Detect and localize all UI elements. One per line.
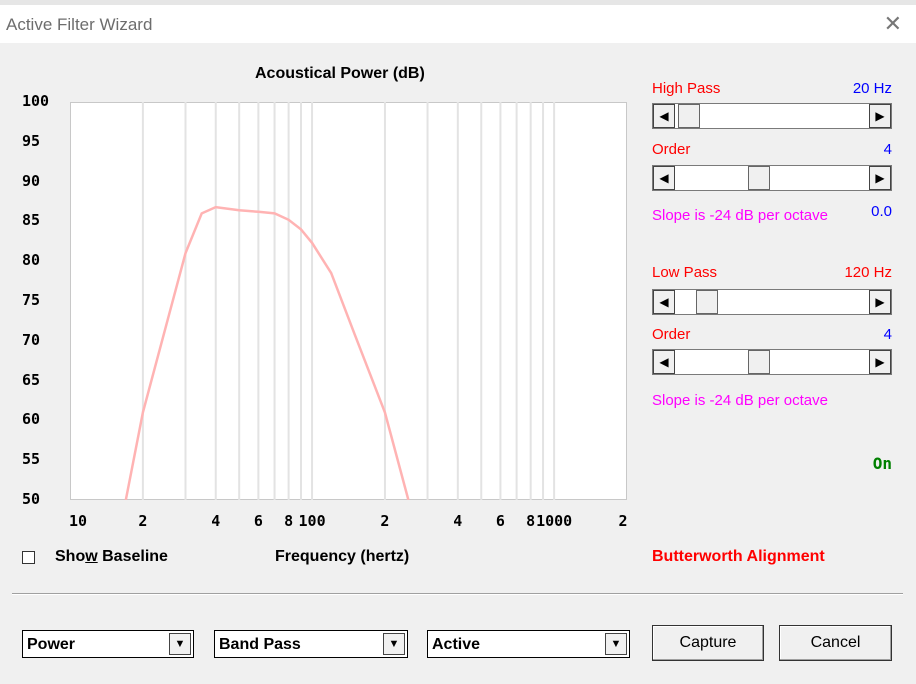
mode-select[interactable]: Power ▼ (22, 630, 194, 658)
status-on: On (872, 454, 892, 473)
divider (12, 593, 903, 595)
capture-button[interactable]: Capture (652, 625, 764, 661)
y-tick-label: 55 (22, 450, 41, 469)
low-pass-value: 120 Hz (844, 264, 892, 281)
slider-thumb[interactable] (748, 166, 771, 190)
arrow-right-icon[interactable]: ▶ (869, 350, 891, 374)
x-tick-label: 6 (495, 512, 505, 530)
filter-type-value: Band Pass (219, 636, 301, 653)
x-tick-label: 100 (298, 512, 326, 530)
filter-type-select[interactable]: Band Pass ▼ (214, 630, 408, 658)
filter-kind-value: Active (432, 636, 481, 653)
slider-thumb[interactable] (678, 104, 701, 128)
low-pass-slider[interactable]: ◀ ▶ (652, 289, 892, 315)
x-axis-label: Frequency (hertz) (275, 548, 410, 565)
x-tick-label: 8 (526, 512, 536, 530)
y-tick-label: 50 (22, 490, 41, 508)
y-tick-label: 90 (22, 171, 41, 190)
dropdown-arrow-icon[interactable]: ▼ (605, 633, 627, 655)
dropdown-arrow-icon[interactable]: ▼ (383, 633, 405, 655)
dropdown-arrow-icon[interactable]: ▼ (169, 633, 191, 655)
arrow-right-icon[interactable]: ▶ (869, 104, 891, 128)
arrow-left-icon[interactable]: ◀ (653, 350, 675, 374)
y-tick-label: 95 (22, 131, 41, 150)
x-tick-label: 8 (284, 512, 294, 530)
low-order-slider[interactable]: ◀ ▶ (652, 349, 892, 375)
slider-thumb[interactable] (695, 290, 718, 314)
checkbox-box[interactable] (22, 550, 35, 564)
y-tick-label: 65 (22, 370, 41, 389)
high-pass-value: 20 Hz (852, 80, 892, 97)
cancel-button[interactable]: Cancel (779, 625, 892, 661)
x-tick-label: 2 (380, 512, 390, 530)
arrow-left-icon[interactable]: ◀ (653, 166, 675, 190)
high-slope-text: Slope is -24 dB per octave (652, 207, 828, 224)
title-bar: Active Filter Wizard ✕ (0, 5, 916, 43)
close-icon[interactable]: ✕ (884, 11, 902, 37)
show-baseline-label: Show Baseline (55, 548, 168, 565)
low-order-value: 4 (883, 326, 892, 343)
x-tick-label: 1000 (536, 512, 573, 530)
arrow-right-icon[interactable]: ▶ (869, 166, 891, 190)
chart-title: Acoustical Power (dB) (255, 65, 425, 82)
power-chart (70, 102, 627, 500)
high-order-slider[interactable]: ◀ ▶ (652, 165, 892, 191)
alignment-label: Butterworth Alignment (652, 548, 825, 565)
arrow-left-icon[interactable]: ◀ (653, 290, 675, 314)
mode-select-value: Power (27, 636, 76, 653)
x-tick-label: 4 (211, 512, 221, 530)
x-tick-label: 2 (138, 512, 148, 530)
x-tick-label: 6 (253, 512, 263, 530)
arrow-right-icon[interactable]: ▶ (869, 290, 891, 314)
y-tick-label: 70 (22, 330, 41, 349)
arrow-left-icon[interactable]: ◀ (653, 104, 675, 128)
high-order-value: 4 (883, 141, 892, 158)
show-baseline-checkbox[interactable]: Show Baseline (22, 548, 168, 566)
low-pass-label: Low Pass (652, 264, 718, 281)
window-title: Active Filter Wizard (6, 15, 153, 34)
high-slope-value: 0.0 (871, 203, 892, 220)
y-tick-label: 100 (22, 92, 50, 110)
low-slope-text: Slope is -24 dB per octave (652, 392, 828, 409)
high-order-label: Order (652, 141, 691, 158)
x-tick-label: 2 (618, 512, 628, 530)
y-tick-label: 75 (22, 291, 41, 309)
y-tick-label: 60 (22, 410, 41, 429)
low-order-label: Order (652, 326, 691, 343)
filter-kind-select[interactable]: Active ▼ (427, 630, 630, 658)
high-pass-label: High Pass (652, 80, 721, 97)
x-tick-label: 10 (68, 512, 88, 530)
y-tick-label: 80 (22, 251, 41, 270)
slider-thumb[interactable] (748, 350, 771, 374)
high-pass-slider[interactable]: ◀ ▶ (652, 103, 892, 129)
y-tick-label: 85 (22, 211, 41, 230)
x-tick-label: 4 (453, 512, 463, 530)
